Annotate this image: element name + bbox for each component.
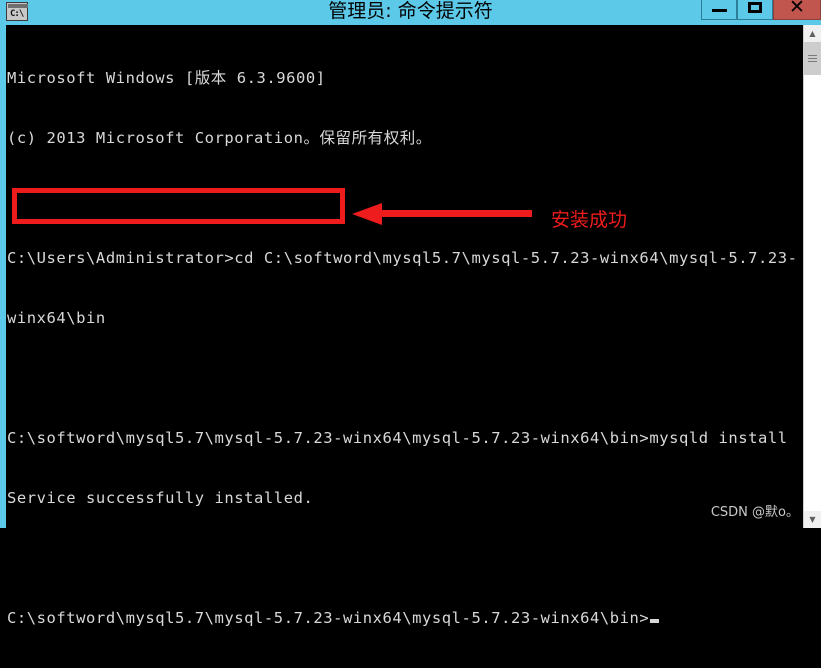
scroll-up-arrow-icon[interactable]: ▲ <box>804 25 821 42</box>
window-controls: ✕ <box>701 0 821 20</box>
window-title: 管理员: 命令提示符 <box>328 0 493 22</box>
console-line: Microsoft Windows [版本 6.3.9600] <box>7 69 326 87</box>
close-button[interactable]: ✕ <box>773 0 821 20</box>
minimize-button[interactable] <box>701 0 737 20</box>
scroll-down-arrow-icon[interactable]: ▼ <box>804 511 821 528</box>
console-line-success: Service successfully installed. <box>7 489 314 507</box>
window-left-border <box>0 25 6 528</box>
close-icon: ✕ <box>789 0 805 18</box>
scrollbar-thumb[interactable] <box>804 42 821 75</box>
command-prompt-window: C:\ 管理员: 命令提示符 ✕ Microsoft Windows [版本 6… <box>0 0 821 627</box>
scrollbar-grip-icon <box>808 55 817 62</box>
maximize-icon <box>748 1 762 13</box>
console-line: C:\Users\Administrator>cd C:\softword\my… <box>7 249 798 267</box>
annotation-label: 安装成功 <box>551 209 628 231</box>
watermark: CSDN @默o。 <box>710 505 799 520</box>
scrollbar-track[interactable] <box>804 75 821 511</box>
text-cursor <box>650 619 660 623</box>
maximize-button[interactable] <box>737 0 773 20</box>
vertical-scrollbar[interactable]: ▲ ▼ <box>803 25 821 528</box>
console-area[interactable]: Microsoft Windows [版本 6.3.9600] (c) 2013… <box>0 25 821 627</box>
console-prompt-line: C:\softword\mysql5.7\mysql-5.7.23-winx64… <box>7 608 802 628</box>
console-line: C:\softword\mysql5.7\mysql-5.7.23-winx64… <box>7 429 788 447</box>
minimize-icon <box>711 8 727 12</box>
console-line: winx64\bin <box>7 309 106 327</box>
console-prompt-text: C:\softword\mysql5.7\mysql-5.7.23-winx64… <box>7 609 650 627</box>
console-line: (c) 2013 Microsoft Corporation。保留所有权利。 <box>7 129 432 147</box>
console-output: Microsoft Windows [版本 6.3.9600] (c) 2013… <box>7 28 802 668</box>
title-bar[interactable]: C:\ 管理员: 命令提示符 ✕ <box>0 0 821 25</box>
